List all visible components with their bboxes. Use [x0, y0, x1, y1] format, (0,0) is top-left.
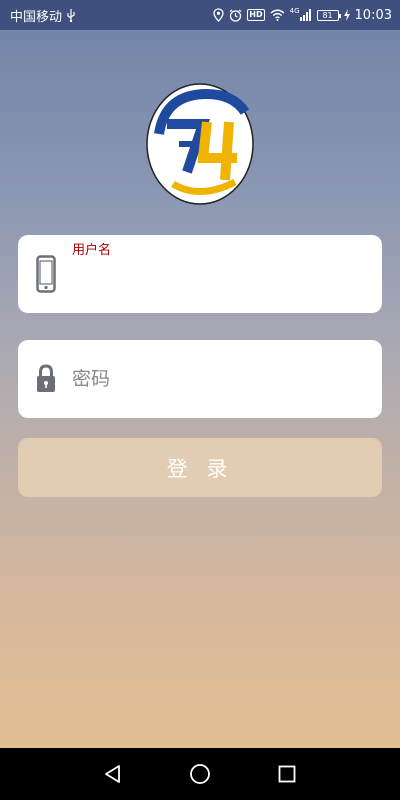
battery-level: 81	[322, 10, 333, 20]
recent-square-icon[interactable]	[267, 754, 307, 794]
status-bar: 中国移动 HD 4G 81 10:03	[0, 0, 400, 30]
hd-badge: HD	[247, 9, 265, 21]
username-label: 用户名	[72, 243, 112, 258]
battery-icon: 81	[316, 9, 341, 21]
password-input[interactable]	[72, 358, 372, 400]
login-screen: 中国移动 HD 4G 81 10:03 用户名 登 录	[0, 0, 400, 748]
charging-bolt-icon	[343, 9, 350, 21]
back-triangle-icon[interactable]	[93, 754, 133, 794]
login-button[interactable]: 登 录	[18, 438, 382, 497]
cell-signal-icon: 4G	[289, 7, 312, 21]
clock: 10:03	[354, 7, 392, 23]
usb-icon	[66, 8, 76, 22]
alarm-icon	[229, 9, 242, 22]
home-circle-icon[interactable]	[180, 754, 220, 794]
phone-icon	[36, 255, 56, 297]
navigation-bar	[0, 748, 400, 800]
location-icon	[213, 8, 224, 22]
company-logo	[145, 82, 255, 206]
wifi-icon	[270, 9, 285, 21]
network-type: 4G	[289, 7, 300, 15]
username-field[interactable]: 用户名	[18, 235, 382, 313]
username-input[interactable]	[72, 261, 372, 301]
password-field[interactable]	[18, 340, 382, 418]
carrier-name: 中国移动	[10, 9, 63, 25]
lock-icon	[36, 364, 56, 398]
